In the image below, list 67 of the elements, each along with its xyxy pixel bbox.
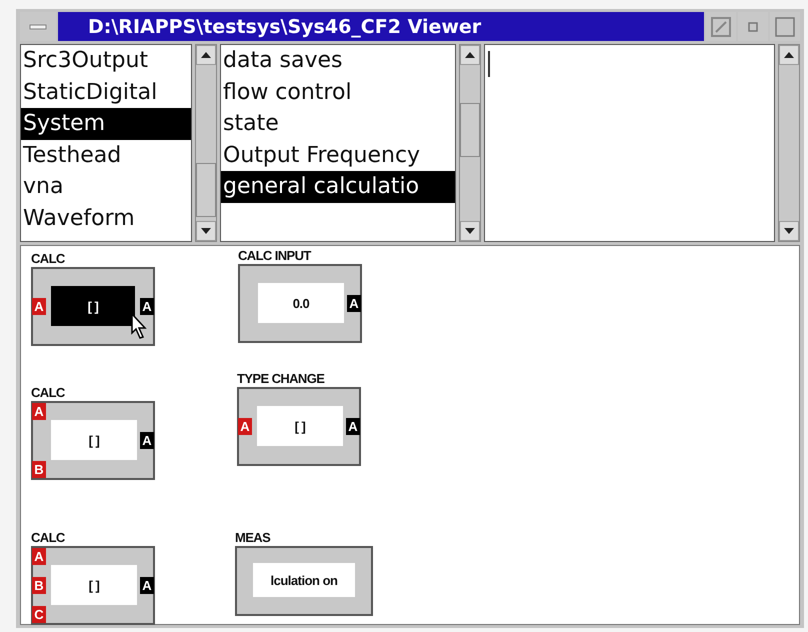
scrollbar[interactable] <box>195 44 217 242</box>
maximize-icon <box>775 16 795 36</box>
block-title: TYPE CHANGE <box>237 370 324 387</box>
up-arrow-icon <box>201 52 211 58</box>
window-title: D:\RIAPPS\testsys\Sys46_CF2 Viewer <box>58 12 704 41</box>
list-item[interactable]: Src3Output <box>21 45 191 76</box>
calc-block[interactable]: [ ] A B C A <box>31 546 155 625</box>
scroll-thumb[interactable] <box>196 163 216 217</box>
input-port[interactable]: A <box>238 418 252 435</box>
block-title: CALC <box>31 250 65 267</box>
list-item[interactable]: general calculatio <box>221 171 455 202</box>
list-item[interactable]: Output Frequency <box>221 140 455 171</box>
cursor-icon <box>131 313 147 339</box>
scroll-thumb[interactable] <box>460 103 480 157</box>
up-arrow-icon <box>784 52 794 58</box>
calc-block[interactable]: [ ] A A <box>31 267 155 346</box>
minimize-button[interactable] <box>738 12 768 41</box>
output-port[interactable]: A <box>346 418 360 435</box>
display-block[interactable]: lculation on <box>235 546 373 616</box>
list-item[interactable]: System <box>21 108 191 140</box>
block-title: CALC <box>31 384 65 401</box>
block-value: [ ] <box>51 286 135 326</box>
scrollbar[interactable] <box>459 44 481 242</box>
output-port[interactable]: A <box>140 577 154 594</box>
input-port[interactable]: A <box>32 403 46 420</box>
minimize-icon <box>748 22 758 32</box>
input-port[interactable]: C <box>32 606 46 623</box>
down-arrow-icon <box>465 228 475 234</box>
list-item[interactable]: StaticDigital <box>21 76 191 108</box>
list-item[interactable]: Waveform <box>21 202 191 234</box>
input-port[interactable]: B <box>32 577 46 594</box>
restore-button[interactable] <box>706 12 736 41</box>
restore-icon <box>711 16 731 36</box>
block-value: [ ] <box>51 565 137 605</box>
list-item[interactable]: data saves <box>221 45 455 76</box>
output-port[interactable]: A <box>347 295 361 312</box>
input-port[interactable]: A <box>32 298 46 315</box>
block-value: [ ] <box>257 406 343 446</box>
block-title: MEAS <box>235 529 270 546</box>
input-port[interactable]: B <box>32 461 46 478</box>
list-item[interactable]: Testhead <box>21 140 191 171</box>
block-value: [ ] <box>51 420 137 460</box>
list-item[interactable]: vna <box>21 171 191 202</box>
block-value: 0.0 <box>258 283 344 323</box>
calc-block[interactable]: [ ] A B A <box>31 401 155 480</box>
scroll-up-button[interactable] <box>196 45 216 65</box>
calc-block[interactable]: [ ] A A <box>237 387 361 466</box>
text-cursor <box>488 51 490 77</box>
output-port[interactable]: A <box>140 298 154 315</box>
calc-block[interactable]: 0.0 A <box>238 264 362 343</box>
scroll-up-button[interactable] <box>460 45 480 65</box>
list-item[interactable]: state <box>221 108 455 140</box>
block-value: lculation on <box>253 563 355 597</box>
scroll-down-button[interactable] <box>779 221 799 241</box>
output-port[interactable]: A <box>140 432 154 449</box>
input-port[interactable]: A <box>32 548 46 565</box>
up-arrow-icon <box>465 52 475 58</box>
block-title: CALC <box>31 529 65 546</box>
scroll-down-button[interactable] <box>460 221 480 241</box>
scrollbar[interactable] <box>778 44 800 242</box>
down-arrow-icon <box>784 228 794 234</box>
system-menu-button[interactable] <box>20 12 56 41</box>
scroll-up-button[interactable] <box>779 45 799 65</box>
down-arrow-icon <box>201 228 211 234</box>
scroll-down-button[interactable] <box>196 221 216 241</box>
list-item[interactable]: flow control <box>221 76 455 108</box>
block-title: CALC INPUT <box>238 247 311 264</box>
